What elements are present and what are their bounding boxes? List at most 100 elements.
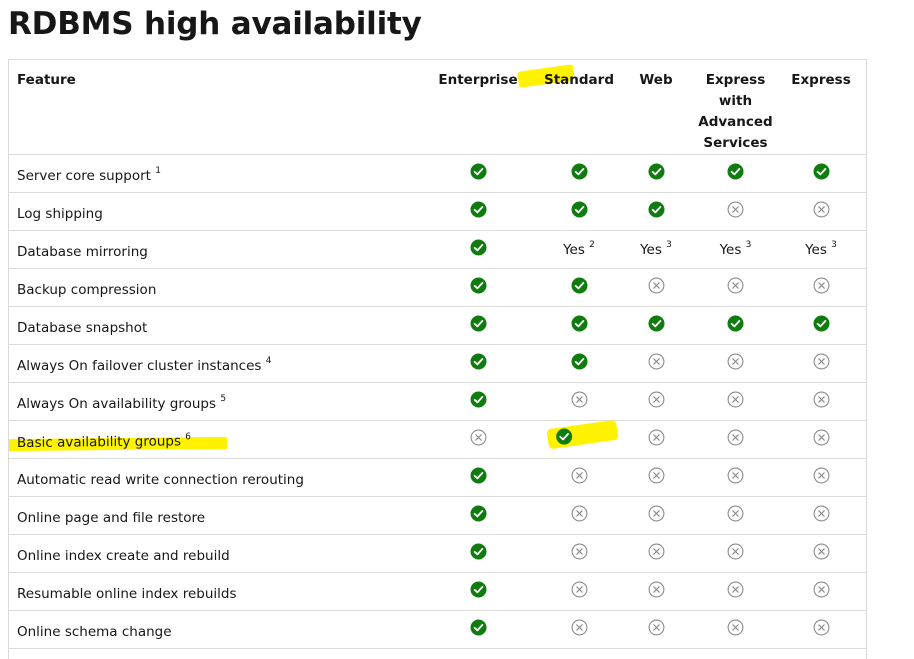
feature-label: Database mirroring — [17, 243, 148, 260]
cell-standard — [541, 192, 617, 231]
table-row: Online schema change — [9, 610, 866, 649]
check-circle-icon — [470, 619, 487, 636]
check-circle-icon — [571, 315, 588, 332]
header-standard: Standard — [541, 60, 617, 155]
x-circle-icon — [648, 353, 665, 370]
table-row: Always On failover cluster instances 4 — [9, 344, 866, 383]
feature-cell: Backup compression — [9, 268, 415, 307]
feature-cell: Online page and file restore — [9, 496, 415, 535]
cell-standard — [541, 572, 617, 611]
x-circle-icon — [727, 543, 744, 560]
x-circle-icon — [727, 619, 744, 636]
x-circle-icon — [813, 429, 830, 446]
cell-enterprise — [415, 610, 541, 649]
check-circle-icon — [470, 315, 487, 332]
table-row: Resumable online index rebuilds — [9, 572, 866, 611]
cell-enterprise — [415, 192, 541, 231]
cell-web — [617, 496, 695, 535]
feature-label: Always On failover cluster instances — [17, 357, 262, 374]
feature-label-wrap: Resumable online index rebuilds — [17, 586, 237, 602]
feature-label: Backup compression — [17, 281, 157, 298]
table-header-row: Feature Enterprise Standard Web Express … — [9, 60, 866, 155]
feature-table: Feature Enterprise Standard Web Express … — [9, 60, 866, 649]
cell-standard: Yes 2 — [541, 230, 617, 269]
check-circle-icon — [470, 505, 487, 522]
feature-label-wrap: Server core support 1 — [17, 167, 161, 184]
table-row: Log shipping — [9, 192, 866, 231]
x-circle-icon — [648, 505, 665, 522]
header-express-advanced: Express with Advanced Services — [695, 60, 776, 155]
cell-enterprise — [415, 534, 541, 573]
check-circle-icon — [727, 315, 744, 332]
cell-express-advanced — [695, 192, 776, 231]
x-circle-icon — [648, 581, 665, 598]
x-circle-icon — [813, 277, 830, 294]
feature-cell: Always On failover cluster instances 4 — [9, 344, 415, 383]
x-circle-icon — [813, 391, 830, 408]
page-title: RDBMS high availability — [8, 6, 422, 42]
cell-enterprise — [415, 420, 541, 459]
feature-label-wrap: Online page and file restore — [17, 510, 205, 526]
check-circle-icon — [648, 315, 665, 332]
check-circle-icon — [470, 581, 487, 598]
feature-label: Online page and file restore — [17, 509, 206, 526]
x-circle-icon — [648, 467, 665, 484]
cell-web — [617, 344, 695, 383]
check-circle-icon — [556, 428, 573, 445]
x-circle-icon — [727, 429, 744, 446]
x-circle-icon — [571, 543, 588, 560]
cell-web — [617, 382, 695, 421]
check-circle-icon — [727, 163, 744, 180]
footnote-marker: 3 — [831, 240, 837, 250]
cell-express-advanced — [695, 154, 776, 193]
check-circle-icon — [470, 467, 487, 484]
cell-express — [776, 496, 866, 535]
cell-express-advanced: Yes 3 — [695, 230, 776, 269]
cell-express — [776, 610, 866, 649]
table-body: Server core support 1 Log shipping Databas… — [9, 154, 866, 649]
x-circle-icon — [648, 429, 665, 446]
x-circle-icon — [571, 619, 588, 636]
cell-web — [617, 306, 695, 345]
feature-label: Automatic read write connection reroutin… — [17, 471, 304, 488]
x-circle-icon — [727, 353, 744, 370]
cell-enterprise — [415, 230, 541, 269]
feature-cell: Online index create and rebuild — [9, 534, 415, 573]
x-circle-icon — [727, 467, 744, 484]
check-circle-icon — [813, 163, 830, 180]
x-circle-icon — [727, 391, 744, 408]
x-circle-icon — [727, 581, 744, 598]
cell-standard — [541, 154, 617, 193]
highlight-mark — [546, 419, 619, 449]
cell-enterprise — [415, 306, 541, 345]
yes-label: Yes — [805, 241, 827, 258]
cell-express-advanced — [695, 306, 776, 345]
cell-express — [776, 420, 866, 459]
feature-label: Basic availability groups — [16, 432, 182, 451]
feature-label: Online index create and rebuild — [17, 547, 230, 564]
cell-standard — [541, 419, 619, 459]
table-row: Database snapshot — [9, 306, 866, 345]
table-row: Backup compression — [9, 268, 866, 307]
cell-express: Yes 3 — [776, 230, 866, 269]
header-feature: Feature — [9, 60, 415, 155]
cell-express-advanced — [695, 458, 776, 497]
header-express: Express — [776, 60, 866, 155]
cell-web: Yes 3 — [617, 230, 695, 269]
x-circle-icon — [813, 353, 830, 370]
header-enterprise: Enterprise — [415, 60, 541, 155]
x-circle-icon — [571, 505, 588, 522]
table-row: Automatic read write connection reroutin… — [9, 458, 866, 497]
cell-express — [776, 534, 866, 573]
footnote-marker: 3 — [666, 240, 672, 250]
check-circle-icon — [571, 353, 588, 370]
yes-note: Yes 2 — [563, 241, 595, 258]
yes-note: Yes 3 — [805, 240, 837, 258]
check-circle-icon — [470, 277, 487, 294]
cell-express-advanced — [695, 610, 776, 649]
table-row: Server core support 1 — [9, 154, 866, 193]
feature-label-wrap: Always On failover cluster instances 4 — [17, 357, 271, 374]
header-express-advanced-line: Services — [703, 135, 768, 151]
cell-express-advanced — [695, 382, 776, 421]
table-row: Online page and file restore — [9, 496, 866, 535]
